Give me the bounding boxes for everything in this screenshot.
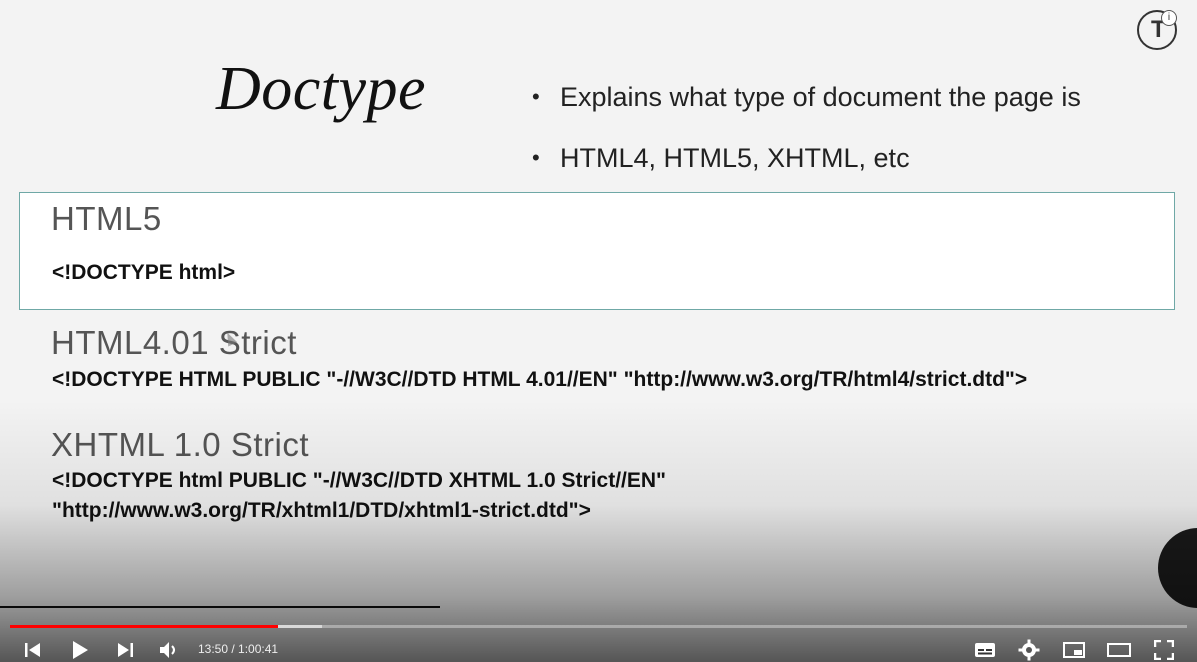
highlight-box (19, 192, 1175, 310)
player-controls: 13:50 / 1:00:41 (0, 636, 1197, 662)
code-block-html401: <!DOCTYPE HTML PUBLIC "-//W3C//DTD HTML … (52, 365, 1027, 395)
miniplayer-icon[interactable] (1061, 638, 1087, 662)
progress-bar[interactable] (10, 625, 1187, 628)
bullet-item: • Explains what type of document the page… (532, 80, 1081, 141)
channel-logo[interactable]: T i (1137, 10, 1177, 50)
section-heading-xhtml: XHTML 1.0 Strict (51, 426, 309, 463)
info-icon[interactable]: i (1161, 10, 1177, 26)
section-heading-html401: HTML4.01 Strict (51, 324, 297, 361)
skip-previous-icon[interactable] (22, 638, 44, 662)
bullet-dot-icon: • (532, 145, 540, 170)
code-line: "http://www.w3.org/TR/xhtml1/DTD/xhtml1-… (52, 499, 591, 522)
subtitles-icon[interactable] (972, 638, 998, 662)
fullscreen-icon[interactable] (1152, 638, 1176, 662)
slide-title: Doctype (216, 55, 427, 123)
code-line: <!DOCTYPE html> (52, 261, 236, 284)
skip-next-icon[interactable] (114, 638, 136, 662)
bullet-dot-icon: • (532, 84, 540, 109)
time-display: 13:50 / 1:00:41 (198, 642, 279, 656)
volume-icon[interactable] (158, 638, 180, 662)
gear-icon[interactable] (1017, 638, 1041, 662)
code-line: <!DOCTYPE HTML PUBLIC "-//W3C//DTD HTML … (52, 368, 1028, 391)
theater-mode-icon[interactable] (1106, 638, 1132, 662)
code-line: <!DOCTYPE html PUBLIC "-//W3C//DTD XHTML… (52, 469, 666, 492)
progress-played (10, 625, 279, 628)
video-player[interactable]: Doctype • Explains what type of document … (0, 0, 1197, 662)
bullet-text: HTML4, HTML5, XHTML, etc (560, 143, 910, 173)
section-heading-html5: HTML5 (51, 200, 162, 237)
bullet-list: • Explains what type of document the page… (532, 80, 1081, 202)
play-icon[interactable] (68, 638, 92, 662)
side-overlay-button[interactable] (1158, 528, 1197, 608)
bullet-text: Explains what type of document the page … (560, 82, 1081, 112)
code-block-html5: <!DOCTYPE html> (52, 258, 235, 288)
slide-divider-line (0, 606, 440, 608)
code-block-xhtml: <!DOCTYPE html PUBLIC "-//W3C//DTD XHTML… (52, 466, 666, 526)
